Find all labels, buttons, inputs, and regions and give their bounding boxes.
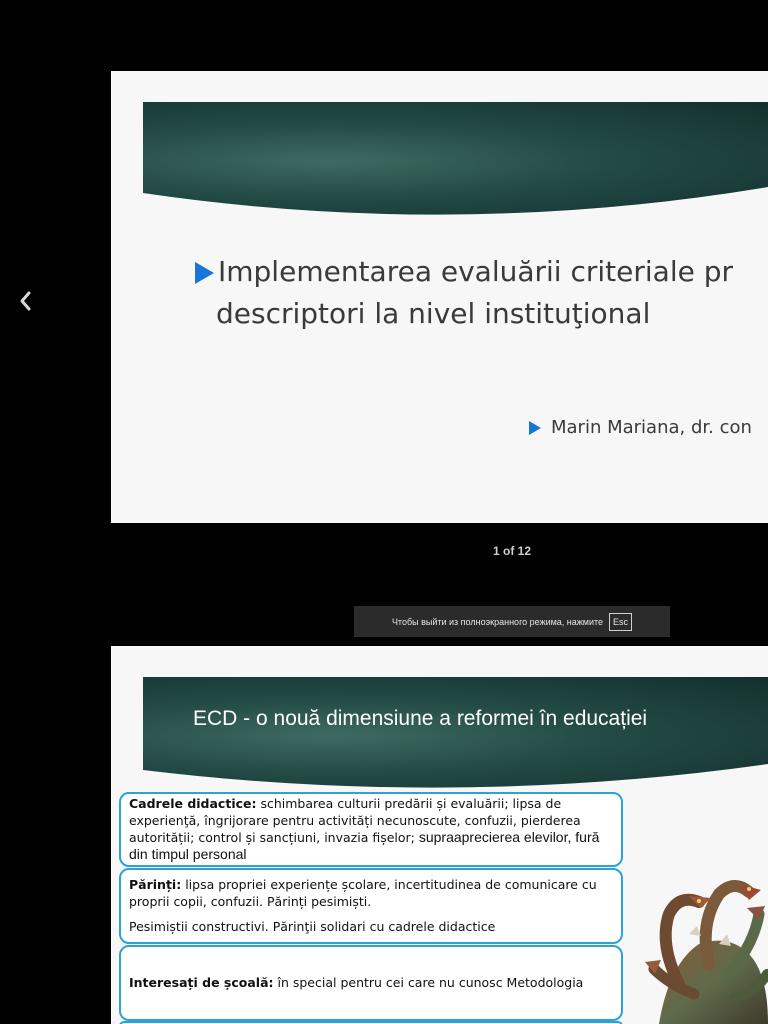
hydra-illustration — [645, 880, 768, 1024]
fullscreen-hint-text: Чтобы выйти из полноэкранного режима, на… — [391, 616, 604, 627]
previous-page-button[interactable] — [12, 286, 38, 316]
slide-title: Implementarea evaluării criteriale pr de… — [195, 251, 768, 335]
slide-title: ECD - o nouă dimensiune a reformei în ed… — [193, 707, 648, 730]
stakeholder-box-teachers: Cadrele didactice: schimbarea culturii p… — [119, 792, 623, 867]
slide-author: Marin Mariana, dr. con — [529, 417, 752, 438]
bullet-triangle-icon — [195, 262, 214, 284]
slide-banner — [143, 677, 768, 796]
author-text: Marin Mariana, dr. con — [551, 417, 752, 438]
esc-key-badge: Esc — [609, 612, 633, 631]
slide-2: ECD - o nouă dimensiune a reformei în ed… — [111, 646, 768, 1024]
slide-title-line-1: Implementarea evaluării criteriale pr — [218, 255, 734, 288]
box-label: Interesați de școală: — [129, 975, 274, 990]
slide-banner — [143, 102, 768, 221]
box-text: lipsa propriei experiențe școlare, incer… — [129, 877, 597, 909]
fullscreen-exit-hint: Чтобы выйти из полноэкранного режима, на… — [354, 606, 670, 637]
bullet-triangle-icon — [529, 421, 541, 435]
slide-title-line-2: descriptori la nivel instituţional — [216, 297, 651, 330]
slide-1: Implementarea evaluării criteriale pr de… — [111, 71, 768, 523]
box-text-secondary: Pesimiștii constructivi. Părinţii solida… — [129, 919, 496, 934]
page-counter: 1 of 12 — [492, 544, 531, 558]
stakeholder-box-interested: Interesați de școală: în special pentru … — [119, 945, 623, 1021]
box-text: în special pentru cei care nu cunosc Met… — [273, 975, 584, 990]
stakeholder-box-parents: Părinți: lipsa propriei experiențe școla… — [119, 868, 623, 944]
box-label: Părinți: — [129, 877, 182, 892]
chevron-left-icon — [20, 291, 31, 311]
box-label: Cadrele didactice: — [129, 796, 257, 811]
